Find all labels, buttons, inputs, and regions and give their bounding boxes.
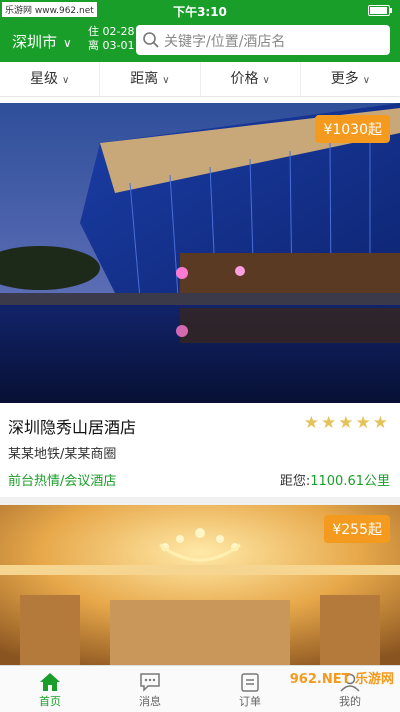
filter-price[interactable]: 价格 ∨ — [201, 62, 301, 96]
filter-distance[interactable]: 距离 ∨ — [100, 62, 201, 96]
search-icon — [143, 32, 159, 48]
chevron-down-icon: ∨ — [362, 75, 371, 86]
message-icon — [140, 673, 160, 692]
checkout-date: 离 03-01 — [88, 39, 135, 52]
tab-label: 首页 — [39, 695, 61, 708]
price-badge: ¥255起 — [324, 515, 390, 543]
chevron-down-icon: ∨ — [262, 75, 270, 86]
star-rating: ★★★★★ — [303, 413, 390, 433]
chevron-down-icon: ∨ — [162, 75, 170, 86]
filter-label: 距离 — [130, 71, 159, 87]
filter-star-rating[interactable]: 星级 ∨ — [0, 62, 101, 96]
hotel-tags: 前台热情/会议酒店 — [8, 474, 117, 489]
hotel-card[interactable]: ¥255起 — [0, 505, 400, 665]
home-icon — [40, 673, 60, 691]
hotel-card[interactable]: ¥1030起 深圳隐秀山居酒店 ★★★★★ 某某地铁/某某商圈 前台热情/会议酒… — [0, 103, 400, 497]
tab-label: 订单 — [239, 695, 261, 708]
status-bar: 乐游网 www.962.net 下午3:10 — [0, 0, 400, 20]
hotel-photo — [0, 103, 400, 403]
card-separator — [0, 497, 400, 505]
filter-label: 更多 — [330, 71, 359, 87]
app-header: 深圳市 ∨ 住 02-28 离 03-01 关键字/位置/酒店名 — [0, 20, 400, 62]
order-icon — [241, 673, 259, 692]
filter-bar: 星级 ∨ 距离 ∨ 价格 ∨ 更多 ∨ — [0, 62, 400, 97]
chevron-down-icon: ∨ — [61, 75, 70, 86]
chevron-down-icon: ∨ — [63, 36, 72, 50]
filter-label: 价格 — [230, 71, 259, 87]
distance-label: 距您: — [279, 474, 311, 489]
tab-home[interactable]: 首页 — [0, 666, 100, 712]
city-selector[interactable]: 深圳市 ∨ — [12, 31, 72, 52]
hotel-name: 深圳隐秀山居酒店 — [8, 418, 137, 437]
checkin-date: 住 02-28 — [88, 25, 135, 38]
filter-label: 星级 — [29, 71, 58, 87]
hotel-distance: 距您:1100.61公里 — [280, 470, 390, 489]
battery-icon — [368, 5, 392, 16]
filter-more[interactable]: 更多 ∨ — [301, 62, 400, 96]
price-badge: ¥1030起 — [315, 115, 390, 143]
search-input[interactable]: 关键字/位置/酒店名 — [136, 25, 390, 55]
watermark-logo: 962.NET 乐游网 — [289, 672, 394, 687]
city-label: 深圳市 — [12, 33, 58, 51]
hotel-area: 某某地铁/某某商圈 — [8, 447, 117, 462]
status-time: 下午3:10 — [173, 5, 227, 19]
distance-value: 1100.61公里 — [310, 474, 390, 489]
tab-orders[interactable]: 订单 — [200, 666, 300, 712]
date-selector[interactable]: 住 02-28 离 03-01 — [88, 25, 134, 53]
search-placeholder: 关键字/位置/酒店名 — [164, 34, 286, 50]
tab-label: 我的 — [339, 695, 361, 708]
tab-label: 消息 — [139, 695, 161, 708]
tab-messages[interactable]: 消息 — [100, 666, 200, 712]
